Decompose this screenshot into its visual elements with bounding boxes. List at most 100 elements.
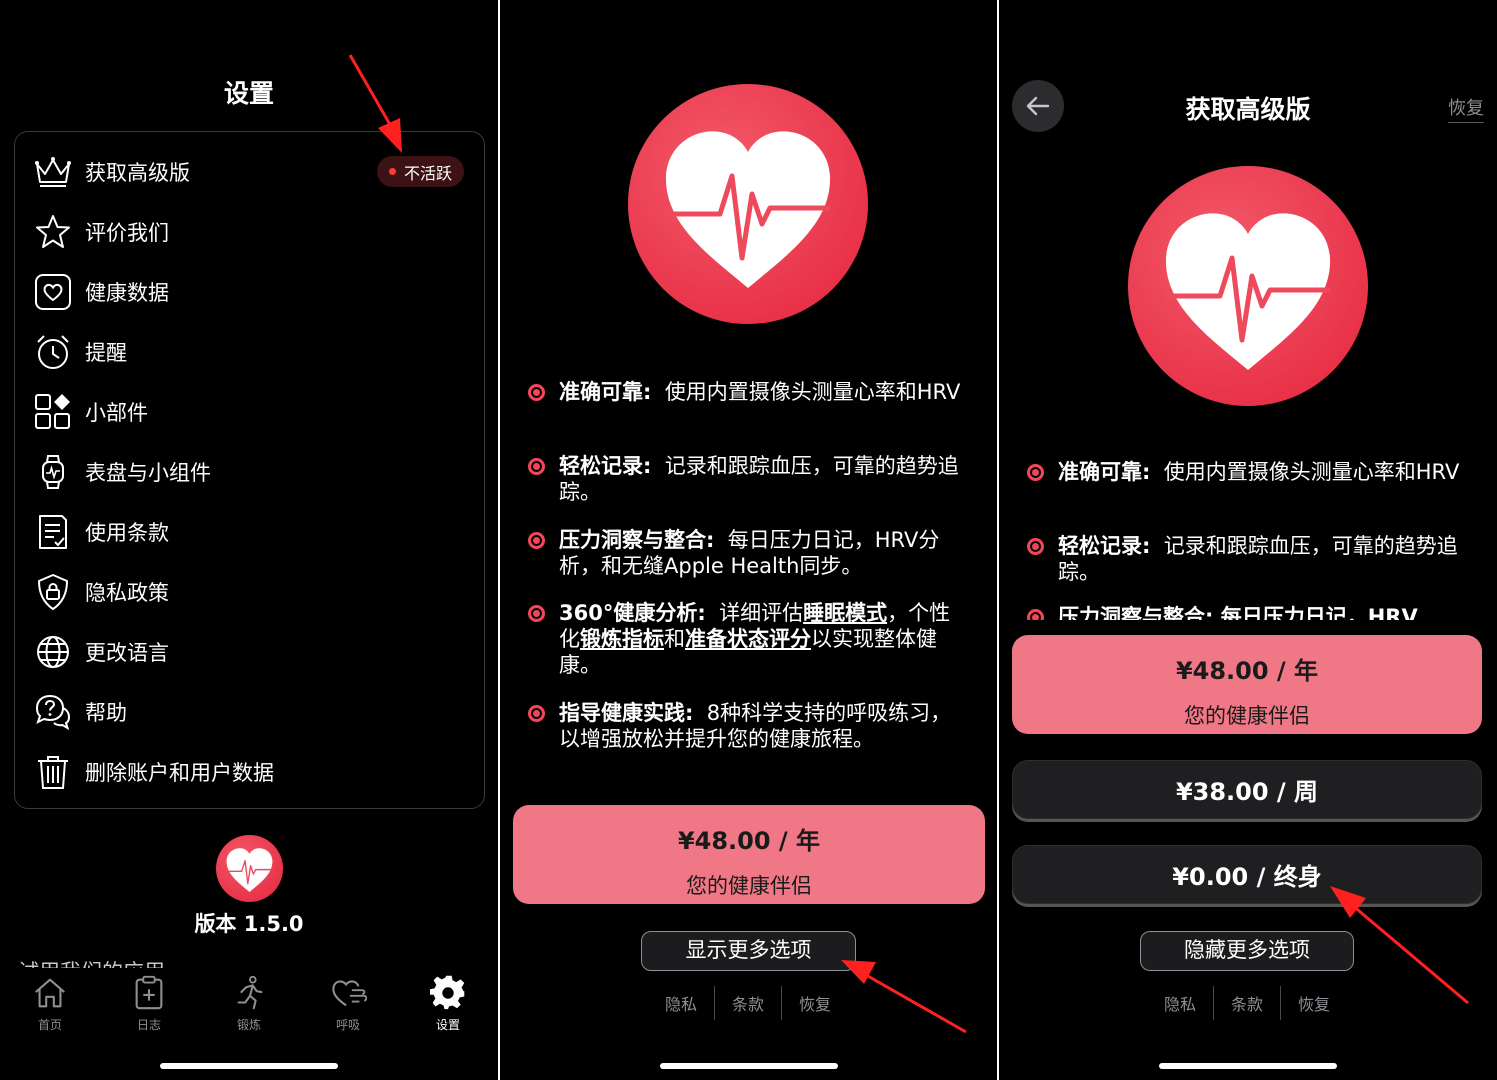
version-label: 版本 1.5.0 (194, 912, 304, 936)
menu-item-help[interactable]: 帮助 (33, 691, 127, 733)
home-indicator (160, 1063, 338, 1069)
app-logo-icon (1128, 166, 1368, 406)
restore-link[interactable]: 恢复 (1298, 991, 1330, 1015)
watch-icon (42, 455, 64, 489)
privacy-link[interactable]: 隐私 (1164, 991, 1196, 1015)
feature-text: 压力洞察与整合: 每日压力日记，HRV (1058, 605, 1418, 620)
bullet-icon (528, 605, 545, 622)
tab-settings[interactable]: 设置 (413, 974, 483, 1033)
page-title: 获取高级版 (1185, 95, 1311, 124)
feature-title: 准确可靠: (559, 380, 652, 404)
settings-screen: 设置 获取高级版 不活跃 评价我们 健康数据 提醒 小部件 表盘与小组件 使用条… (0, 0, 498, 1080)
running-icon (237, 975, 263, 1010)
feature-text: 详细评估 (719, 601, 804, 625)
plan-weekly-button[interactable]: ¥38.00 / 周 (1012, 760, 1482, 819)
feature-item: 准确可靠: 使用内置摄像头测量心率和HRV (1027, 459, 1467, 485)
menu-item-label: 表盘与小组件 (85, 461, 211, 485)
document-icon (39, 515, 67, 549)
menu-item-label: 提醒 (85, 341, 127, 365)
menu-item-health-data[interactable]: 健康数据 (33, 271, 169, 313)
gear-icon (429, 975, 465, 1010)
plan-yearly-button[interactable]: ¥48.00 / 年 您的健康伴侣 (513, 805, 985, 904)
feature-text: 和 (664, 627, 685, 651)
tab-bar: 首页 日志 锻炼 呼吸 设置 (0, 968, 498, 1043)
menu-item-widgets[interactable]: 小部件 (33, 391, 148, 433)
feature-title: 轻松记录: (559, 454, 652, 478)
hide-more-options-button[interactable]: 隐藏更多选项 (1140, 931, 1354, 971)
feature-item: 指导健康实践: 8种科学支持的呼吸练习，以增强放松并提升您的健康旅程。 (528, 700, 968, 752)
menu-item-label: 删除账户和用户数据 (85, 761, 274, 785)
app-logo-icon (628, 84, 868, 324)
feature-text: 使用内置摄像头测量心率和HRV (664, 380, 961, 404)
menu-item-watch-faces[interactable]: 表盘与小组件 (33, 451, 211, 493)
log-icon (135, 975, 163, 1010)
feature-item: 轻松记录: 记录和跟踪血压，可靠的趋势追踪。 (528, 453, 968, 505)
bullet-icon (528, 384, 545, 401)
menu-item-label: 健康数据 (85, 281, 169, 305)
bullet-icon (1027, 609, 1044, 620)
bullet-icon (528, 532, 545, 549)
feature-item: 轻松记录: 记录和跟踪血压，可靠的趋势追踪。 (1027, 533, 1467, 585)
feature-title: 360°健康分析: (559, 601, 706, 625)
show-more-options-button[interactable]: 显示更多选项 (641, 931, 856, 971)
tab-label: 日志 (136, 1018, 161, 1032)
trash-icon (38, 756, 68, 789)
plan-subtitle: 您的健康伴侣 (686, 874, 812, 898)
plan-lifetime-button[interactable]: ¥0.00 / 终身 (1012, 845, 1482, 904)
tab-label: 首页 (37, 1018, 62, 1032)
menu-item-label: 更改语言 (85, 641, 169, 665)
plan-yearly-button[interactable]: ¥48.00 / 年 您的健康伴侣 (1012, 635, 1482, 734)
home-indicator (1159, 1063, 1337, 1069)
crown-icon (35, 157, 71, 187)
health-data-icon (35, 274, 71, 310)
tab-label: 呼吸 (335, 1018, 360, 1032)
globe-icon (37, 636, 69, 668)
tab-breathe[interactable]: 呼吸 (313, 974, 383, 1033)
terms-link[interactable]: 条款 (1231, 991, 1263, 1015)
menu-item-rate-us[interactable]: 评价我们 (33, 211, 169, 253)
bullet-icon (528, 705, 545, 722)
tab-label: 设置 (435, 1018, 460, 1032)
status-badge: 不活跃 (376, 156, 464, 187)
feature-item: 压力洞察与整合: 每日压力日记，HRV (1027, 604, 1467, 620)
tab-label: 锻炼 (236, 1018, 261, 1032)
divider (1280, 986, 1282, 1020)
workout-metrics-link[interactable]: 锻炼指标 (580, 627, 664, 651)
menu-item-label: 获取高级版 (85, 161, 190, 185)
footer-links: 隐私 条款 恢复 (665, 986, 831, 1020)
divider (781, 986, 783, 1020)
divider (1213, 986, 1215, 1020)
menu-item-change-language[interactable]: 更改语言 (33, 631, 169, 673)
status-dot (388, 168, 396, 175)
menu-item-privacy-policy[interactable]: 隐私政策 (33, 571, 169, 613)
sleep-pattern-link[interactable]: 睡眠模式 (803, 601, 887, 625)
page-title: 设置 (223, 79, 274, 108)
readiness-score-link[interactable]: 准备状态评分 (685, 627, 811, 651)
menu-item-terms[interactable]: 使用条款 (33, 511, 169, 553)
settings-menu: 获取高级版 不活跃 评价我们 健康数据 提醒 小部件 表盘与小组件 使用条款 隐… (14, 131, 485, 809)
menu-item-delete-account[interactable]: 删除账户和用户数据 (33, 751, 274, 793)
star-icon (36, 215, 70, 248)
bullet-icon (528, 458, 545, 475)
privacy-link[interactable]: 隐私 (665, 991, 697, 1015)
tab-home[interactable]: 首页 (15, 974, 85, 1033)
menu-item-label: 小部件 (85, 401, 148, 425)
menu-item-label: 使用条款 (85, 521, 169, 545)
bullet-icon (1027, 538, 1044, 555)
feature-item: 准确可靠: 使用内置摄像头测量心率和HRV (528, 379, 968, 405)
feature-title: 准确可靠: (1058, 460, 1151, 484)
tab-workout[interactable]: 锻炼 (214, 974, 284, 1033)
home-indicator (659, 1063, 838, 1069)
restore-button[interactable]: 恢复 (1448, 94, 1484, 123)
tab-log[interactable]: 日志 (114, 974, 184, 1033)
menu-item-label: 隐私政策 (85, 581, 169, 605)
alarm-clock-icon (37, 335, 69, 369)
feature-title: 轻松记录: (1058, 534, 1151, 558)
premium-screen: 获取高级版 恢复 准确可靠: 使用内置摄像头测量心率和HRV 轻松记录: 记录和… (999, 0, 1497, 1080)
terms-link[interactable]: 条款 (732, 991, 764, 1015)
shield-lock-icon (38, 574, 68, 610)
paywall-screen: 准确可靠: 使用内置摄像头测量心率和HRV 轻松记录: 记录和跟踪血压，可靠的趋… (500, 0, 997, 1080)
restore-link[interactable]: 恢复 (799, 991, 831, 1015)
menu-item-reminders[interactable]: 提醒 (33, 331, 127, 373)
menu-item-label: 帮助 (85, 701, 127, 725)
